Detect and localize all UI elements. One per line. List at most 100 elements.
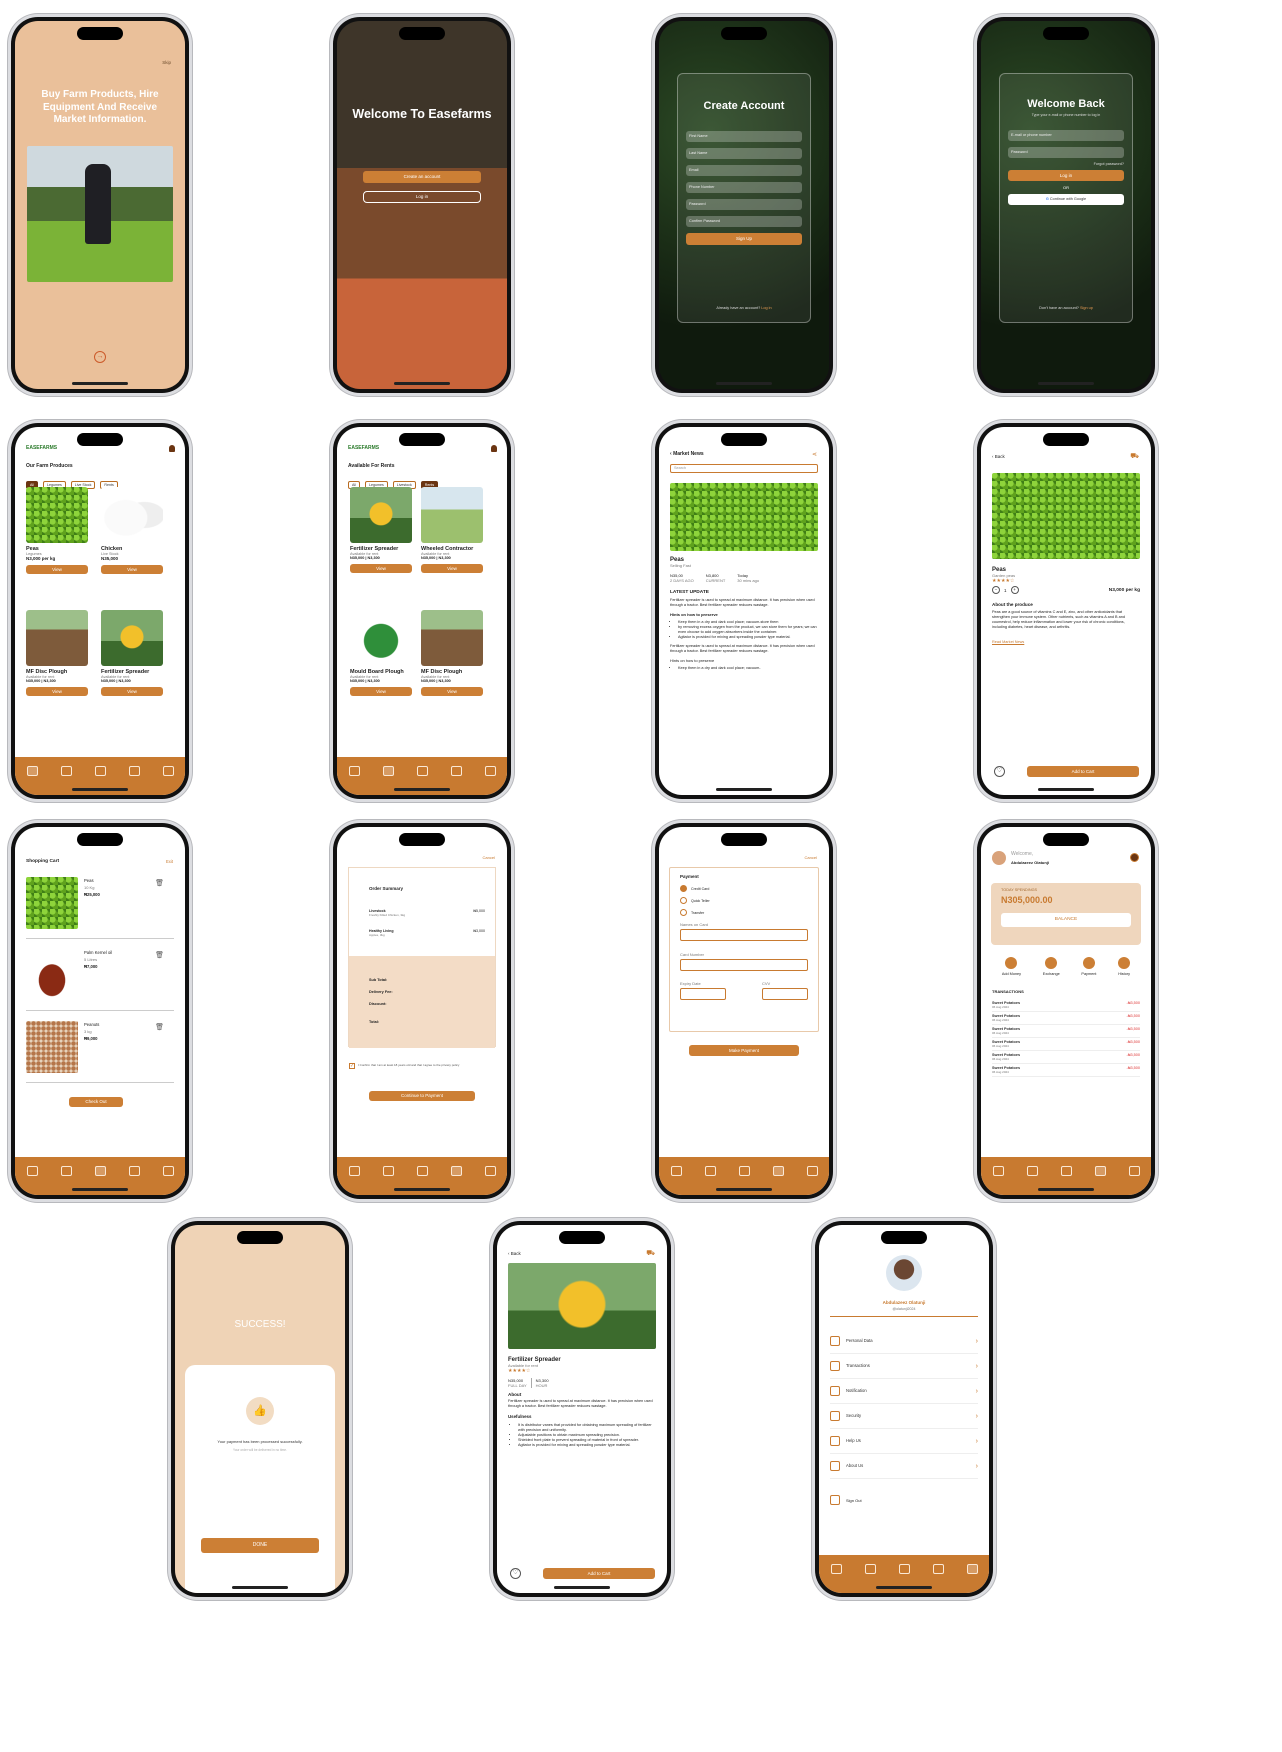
checkout-button[interactable]: Check Out — [69, 1097, 123, 1107]
radio-icon[interactable] — [680, 909, 687, 916]
search-input[interactable]: Search — [670, 464, 818, 473]
rent-card[interactable]: MF Disc Plough Available for rent N35,000 … — [26, 610, 88, 696]
home-icon[interactable] — [830, 1564, 842, 1574]
rents-icon[interactable] — [382, 766, 394, 776]
signup-button[interactable]: Sign Up — [686, 233, 802, 245]
skip-link[interactable]: Skip — [162, 60, 171, 65]
login-button[interactable]: Log in — [363, 191, 481, 203]
payment-option[interactable]: Transfer — [680, 909, 808, 916]
rents-icon[interactable] — [864, 1564, 876, 1574]
quantity-stepper[interactable]: −1 + — [992, 586, 1019, 594]
bell-icon[interactable] — [491, 445, 497, 452]
wallet-icon[interactable] — [450, 766, 462, 776]
home-icon[interactable] — [670, 1166, 682, 1176]
wallet-icon[interactable] — [1094, 1166, 1106, 1176]
radio-icon[interactable] — [680, 885, 687, 892]
cart-icon[interactable]: ⛟ — [1130, 452, 1139, 461]
profile-menu-item[interactable]: About Us › — [830, 1454, 978, 1479]
cancel-link[interactable]: Cancel — [483, 855, 495, 860]
sign-out-button[interactable]: Sign Out — [830, 1495, 862, 1505]
settings-icon[interactable] — [1128, 1166, 1140, 1176]
profile-menu-item[interactable]: Help Us › — [830, 1429, 978, 1454]
plus-icon[interactable]: + — [1010, 586, 1019, 594]
view-button[interactable]: View — [350, 687, 412, 696]
view-button[interactable]: View — [101, 565, 163, 574]
wallet-icon[interactable] — [450, 1166, 462, 1176]
form-field[interactable]: Last Name — [686, 148, 802, 159]
exit-link[interactable]: Exit — [166, 859, 173, 864]
back-button[interactable]: ‹ Back — [508, 1251, 521, 1256]
heart-icon[interactable]: ♡ — [994, 766, 1005, 777]
rents-icon[interactable] — [1026, 1166, 1038, 1176]
balance-button[interactable]: BALANCE — [1001, 913, 1131, 927]
profile-menu-item[interactable]: Transactions › — [830, 1354, 978, 1379]
settings-icon[interactable] — [806, 1166, 818, 1176]
form-field[interactable]: First Name — [686, 131, 802, 142]
minus-icon[interactable]: − — [992, 586, 1000, 594]
view-button[interactable]: View — [101, 687, 163, 696]
rents-icon[interactable] — [704, 1166, 716, 1176]
home-icon[interactable] — [348, 766, 360, 776]
wallet-icon[interactable] — [128, 766, 140, 776]
profile-menu-item[interactable]: Personal Data › — [830, 1329, 978, 1354]
home-icon[interactable] — [26, 766, 38, 776]
view-button[interactable]: View — [421, 564, 483, 573]
back-button[interactable]: ‹ Back — [992, 454, 1005, 459]
view-button[interactable]: View — [421, 687, 483, 696]
make-payment-button[interactable]: Make Payment — [689, 1045, 799, 1056]
password-field[interactable]: Password — [1008, 147, 1124, 158]
next-arrow-icon[interactable]: → — [94, 351, 106, 363]
settings-icon[interactable] — [484, 1166, 496, 1176]
view-button[interactable]: View — [26, 565, 88, 574]
card-name-input[interactable] — [680, 929, 808, 941]
profile-menu-item[interactable]: Notification › — [830, 1379, 978, 1404]
wallet-icon[interactable] — [772, 1166, 784, 1176]
share-icon[interactable]: ⋖ — [812, 451, 817, 458]
view-button[interactable]: View — [26, 687, 88, 696]
wallet-action[interactable]: Add Money — [1002, 957, 1021, 976]
profile-menu-item[interactable]: Security › — [830, 1404, 978, 1429]
form-field[interactable]: Password — [686, 199, 802, 210]
wallet-icon[interactable] — [128, 1166, 140, 1176]
payment-option[interactable]: Credit Card — [680, 885, 808, 892]
cart-icon[interactable]: ⛟ — [646, 1249, 655, 1258]
trash-icon[interactable]: 🗑 — [155, 1023, 164, 1031]
product-card[interactable]: Chicken Live Stock N35,000 View — [101, 487, 163, 574]
avatar[interactable] — [992, 851, 1006, 865]
form-field[interactable]: Email — [686, 165, 802, 176]
wallet-action[interactable]: Payment — [1081, 957, 1096, 976]
email-field[interactable]: E-mail or phone number — [1008, 130, 1124, 141]
home-icon[interactable] — [348, 1166, 360, 1176]
market-news-link[interactable]: Read Market News — [992, 640, 1140, 644]
cart-icon[interactable] — [1060, 1166, 1072, 1176]
login-submit-button[interactable]: Log in — [1008, 170, 1124, 181]
expiry-input[interactable] — [680, 988, 726, 1000]
bell-icon[interactable] — [1130, 853, 1139, 862]
google-button[interactable]: G Continue with Google — [1008, 194, 1124, 205]
rents-icon[interactable] — [60, 1166, 72, 1176]
cart-icon[interactable] — [94, 1166, 106, 1176]
avatar[interactable] — [886, 1255, 922, 1291]
cart-icon[interactable] — [738, 1166, 750, 1176]
rent-card[interactable]: Fertilizer Spreader Available for rent N35… — [101, 610, 163, 696]
cvv-input[interactable] — [762, 988, 808, 1000]
signup-link[interactable]: Sign up — [1080, 306, 1093, 310]
cart-icon[interactable] — [416, 766, 428, 776]
done-button[interactable]: DONE — [201, 1538, 319, 1553]
trash-icon[interactable]: 🗑 — [155, 879, 164, 887]
add-to-cart-button[interactable]: Add to Cart — [543, 1568, 655, 1579]
wallet-action[interactable]: Exchange — [1043, 957, 1060, 976]
form-field[interactable]: Confirm Password — [686, 216, 802, 227]
settings-icon[interactable] — [484, 766, 496, 776]
rent-card[interactable]: Wheeled Contractor Available for rent N35,… — [421, 487, 483, 573]
settings-icon[interactable] — [162, 1166, 174, 1176]
view-button[interactable]: View — [350, 564, 412, 573]
checkbox-icon[interactable]: ✓ — [349, 1063, 355, 1069]
agree-checkbox-row[interactable]: ✓ I Confirm that I am at least 18 years o… — [349, 1063, 477, 1069]
trash-icon[interactable]: 🗑 — [155, 951, 164, 959]
radio-icon[interactable] — [680, 897, 687, 904]
create-account-button[interactable]: Create an account — [363, 171, 481, 183]
home-icon[interactable] — [26, 1166, 38, 1176]
rent-card[interactable]: Fertilizer Spreader Available for rent N35… — [350, 487, 412, 573]
home-icon[interactable] — [992, 1166, 1004, 1176]
